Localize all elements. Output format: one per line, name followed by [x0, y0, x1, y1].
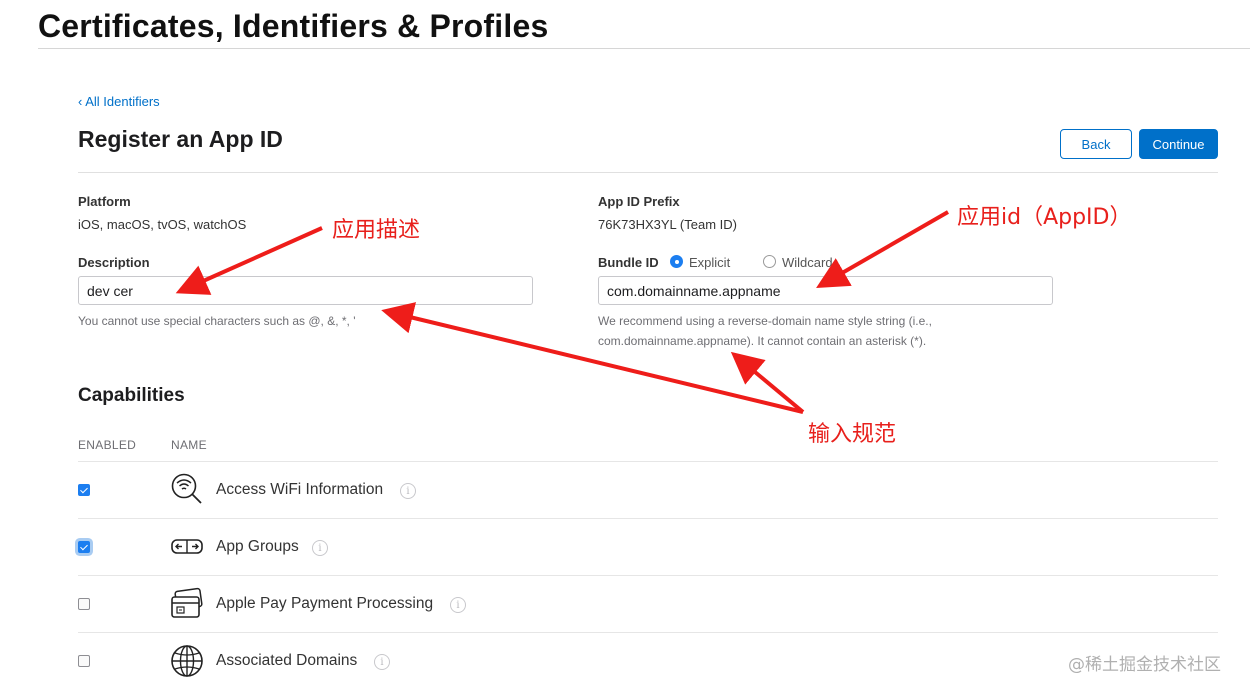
info-icon[interactable]: i — [450, 597, 466, 613]
app-id-prefix-label: App ID Prefix — [598, 194, 680, 209]
description-input[interactable]: dev cer — [78, 276, 533, 305]
capability-name: Access WiFi Information — [216, 481, 384, 498]
bundle-id-hint-line2: com.domainname.appname). It cannot conta… — [598, 334, 927, 348]
bundle-id-input[interactable]: com.domainname.appname — [598, 276, 1053, 305]
app-groups-checkbox[interactable] — [78, 541, 90, 553]
platform-value: iOS, macOS, tvOS, watchOS — [78, 217, 247, 232]
wifi-search-icon — [171, 473, 202, 504]
globe-icon — [171, 645, 203, 677]
capabilities-title: Capabilities — [78, 385, 185, 406]
rules-annotation: 输入规范 — [808, 422, 897, 447]
watermark: @稀土掘金技术社区 — [1068, 655, 1221, 675]
wildcard-radio-label[interactable]: Wildcard — [782, 255, 833, 270]
name-column-header: NAME — [171, 438, 207, 452]
page-title: Certificates, Identifiers & Profiles — [38, 8, 549, 44]
all-identifiers-link[interactable]: ‹ All Identifiers — [78, 94, 160, 109]
bundle-id-hint-line1: We recommend using a reverse-domain name… — [598, 314, 932, 328]
info-icon[interactable]: i — [312, 540, 328, 556]
enabled-column-header: ENABLED — [78, 438, 137, 452]
wildcard-radio[interactable] — [763, 255, 776, 268]
app-groups-icon — [171, 539, 203, 554]
title-divider — [78, 172, 1218, 173]
continue-button[interactable]: Continue — [1139, 129, 1218, 159]
arrow-to-bundle-hint — [730, 351, 805, 414]
info-icon[interactable]: i — [400, 483, 416, 499]
bundle-id-label: Bundle ID — [598, 255, 659, 270]
capability-name: Apple Pay Payment Processing — [216, 595, 434, 612]
description-annotation: 应用描述 — [332, 218, 421, 243]
header-divider — [38, 48, 1250, 49]
apple-pay-checkbox[interactable] — [78, 598, 90, 610]
appid-annotation: 应用id（AppID） — [957, 205, 1132, 230]
table-row: App Groups i — [78, 519, 1218, 576]
table-row: Access WiFi Information i — [78, 462, 1218, 519]
platform-label: Platform — [78, 194, 131, 209]
info-icon[interactable]: i — [374, 654, 390, 670]
explicit-radio[interactable] — [670, 255, 683, 268]
explicit-radio-label[interactable]: Explicit — [689, 255, 730, 270]
back-button[interactable]: Back — [1060, 129, 1132, 159]
arrow-to-bundle-id — [816, 210, 949, 288]
table-row: Associated Domains i — [78, 633, 1218, 690]
form-title: Register an App ID — [78, 126, 283, 152]
table-row: Apple Pay Payment Processing i — [78, 576, 1218, 633]
capability-name: Associated Domains — [216, 652, 358, 669]
app-id-prefix-value: 76K73HX3YL (Team ID) — [598, 217, 737, 232]
capability-name: App Groups — [216, 538, 299, 555]
associated-domains-checkbox[interactable] — [78, 655, 90, 667]
description-hint: You cannot use special characters such a… — [78, 314, 356, 328]
wallet-card-icon — [171, 587, 203, 618]
description-label: Description — [78, 255, 150, 270]
access-wifi-checkbox[interactable] — [78, 484, 90, 496]
